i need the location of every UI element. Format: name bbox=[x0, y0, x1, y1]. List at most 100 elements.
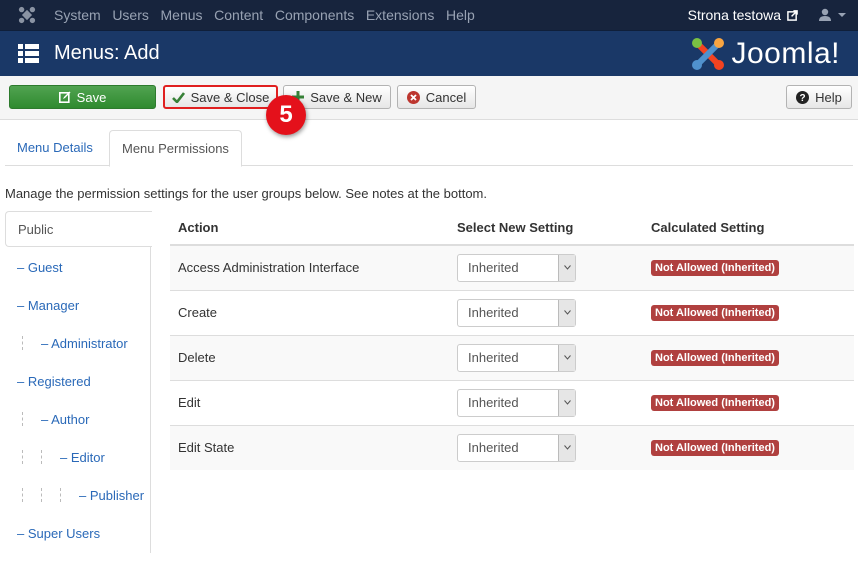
group-publisher[interactable]: – Publisher bbox=[5, 476, 150, 514]
select-value: Inherited bbox=[468, 260, 519, 276]
select-value: Inherited bbox=[468, 440, 519, 456]
svg-text:?: ? bbox=[800, 93, 806, 104]
menu-help[interactable]: Help bbox=[446, 7, 475, 23]
tab-menu-details[interactable]: Menu Details bbox=[5, 130, 105, 166]
save-and-close-label: Save & Close bbox=[190, 89, 270, 105]
tab-bar: Menu Details Menu Permissions bbox=[5, 130, 853, 167]
calculated-setting-badge: Not Allowed (Inherited) bbox=[651, 305, 779, 321]
menu-system[interactable]: System bbox=[54, 7, 101, 23]
step-number-annotation: 5 bbox=[266, 95, 306, 135]
group-administrator[interactable]: – Administrator bbox=[5, 324, 150, 362]
tree-guide bbox=[22, 336, 23, 350]
help-button[interactable]: ? Help bbox=[786, 85, 852, 109]
admin-menu: System Users Menus Content Components Ex… bbox=[54, 7, 483, 23]
save-label: Save bbox=[76, 89, 107, 105]
action-name: Delete bbox=[170, 335, 449, 381]
group-registered[interactable]: – Registered bbox=[5, 362, 150, 400]
question-circle-icon: ? bbox=[796, 90, 810, 104]
joomla-wordmark: Joomla! bbox=[731, 37, 840, 70]
group-manager[interactable]: – Manager bbox=[5, 286, 150, 324]
setting-select[interactable]: Inherited bbox=[457, 253, 576, 282]
toolbar: Save Save & Close Save & New Cancel ? He… bbox=[0, 76, 858, 120]
checkmark-icon bbox=[171, 91, 185, 103]
table-row: Create Inherited Not Allowed (Inherited) bbox=[170, 290, 854, 336]
group-label: – Author bbox=[41, 411, 90, 427]
cancel-circle-icon bbox=[406, 90, 420, 104]
column-header-select-new-setting: Select New Setting bbox=[449, 211, 643, 246]
group-super-users[interactable]: – Super Users bbox=[5, 514, 150, 552]
tree-guide bbox=[22, 412, 23, 426]
calculated-setting-badge: Not Allowed (Inherited) bbox=[651, 350, 779, 366]
group-public[interactable]: Public bbox=[5, 211, 152, 247]
table-row: Delete Inherited Not Allowed (Inherited) bbox=[170, 335, 854, 381]
chevron-down-icon bbox=[558, 344, 575, 371]
cancel-button[interactable]: Cancel bbox=[397, 85, 476, 109]
permissions-description: Manage the permission settings for the u… bbox=[5, 186, 488, 201]
chevron-down-icon bbox=[558, 434, 575, 461]
joomla-logo: Joomla! bbox=[689, 35, 840, 73]
save-button[interactable]: Save bbox=[9, 85, 156, 109]
table-row: Access Administration Interface Inherite… bbox=[170, 245, 854, 291]
chevron-down-icon bbox=[558, 299, 575, 326]
group-label: – Super Users bbox=[17, 525, 101, 541]
calculated-setting-badge: Not Allowed (Inherited) bbox=[651, 440, 779, 457]
group-label: – Publisher bbox=[79, 487, 145, 503]
page-header: Menus: Add Joomla! bbox=[0, 30, 858, 76]
calculated-setting-badge: Not Allowed (Inherited) bbox=[651, 260, 779, 277]
chevron-down-icon bbox=[558, 254, 575, 281]
tree-guide bbox=[22, 450, 23, 464]
column-header-action: Action bbox=[170, 211, 449, 246]
cancel-label: Cancel bbox=[425, 89, 467, 105]
group-label: – Administrator bbox=[41, 335, 128, 351]
tree-guide bbox=[41, 450, 42, 464]
table-row: Edit State Inherited Not Allowed (Inheri… bbox=[170, 425, 854, 470]
save-and-close-button[interactable]: Save & Close bbox=[163, 85, 278, 109]
tree-guide bbox=[41, 488, 42, 502]
menu-users[interactable]: Users bbox=[112, 7, 149, 23]
chevron-down-icon bbox=[558, 389, 575, 416]
user-icon[interactable] bbox=[818, 8, 832, 22]
group-label: Public bbox=[18, 221, 54, 237]
list-icon bbox=[18, 44, 39, 63]
menu-components[interactable]: Components bbox=[275, 7, 354, 23]
action-name: Create bbox=[170, 290, 449, 336]
joomla-logo-icon bbox=[692, 38, 725, 70]
table-row: Edit Inherited Not Allowed (Inherited) bbox=[170, 380, 854, 426]
column-header-calculated-setting: Calculated Setting bbox=[643, 211, 854, 246]
menu-menus[interactable]: Menus bbox=[161, 7, 203, 23]
group-label: – Editor bbox=[60, 449, 105, 465]
tree-guide bbox=[60, 488, 61, 502]
select-value: Inherited bbox=[468, 395, 519, 410]
calculated-setting-badge: Not Allowed (Inherited) bbox=[651, 395, 779, 411]
user-dropdown-caret-icon[interactable] bbox=[838, 13, 846, 17]
setting-select[interactable]: Inherited bbox=[457, 433, 576, 462]
tab-menu-permissions[interactable]: Menu Permissions bbox=[109, 130, 242, 167]
external-link-icon bbox=[787, 9, 798, 21]
group-label: – Registered bbox=[17, 373, 91, 389]
action-name: Edit bbox=[170, 380, 449, 426]
save-and-new-label: Save & New bbox=[310, 89, 382, 105]
edit-icon bbox=[58, 91, 71, 103]
group-author[interactable]: – Author bbox=[5, 400, 150, 438]
setting-select[interactable]: Inherited bbox=[457, 343, 576, 372]
menu-extensions[interactable]: Extensions bbox=[366, 7, 434, 23]
page-title: Menus: Add bbox=[54, 42, 160, 64]
setting-select[interactable]: Inherited bbox=[457, 388, 576, 417]
select-value: Inherited bbox=[468, 305, 519, 320]
group-label: – Manager bbox=[17, 297, 80, 313]
group-guest[interactable]: – Guest bbox=[5, 248, 150, 286]
site-link[interactable]: Strona testowa bbox=[688, 7, 781, 23]
group-editor[interactable]: – Editor bbox=[5, 438, 150, 476]
user-group-list: Public – Guest – Manager – Administrator… bbox=[5, 211, 152, 553]
help-label: Help bbox=[815, 89, 842, 105]
tree-guide bbox=[22, 488, 23, 502]
joomla-menu-icon[interactable] bbox=[18, 6, 36, 24]
action-name: Edit State bbox=[170, 425, 449, 470]
permissions-table: Action Select New Setting Calculated Set… bbox=[170, 211, 854, 470]
setting-select[interactable]: Inherited bbox=[457, 298, 576, 327]
top-navbar: System Users Menus Content Components Ex… bbox=[0, 0, 858, 30]
select-value: Inherited bbox=[468, 350, 519, 365]
action-name: Access Administration Interface bbox=[170, 245, 449, 291]
menu-content[interactable]: Content bbox=[214, 7, 263, 23]
group-label: – Guest bbox=[17, 259, 63, 275]
